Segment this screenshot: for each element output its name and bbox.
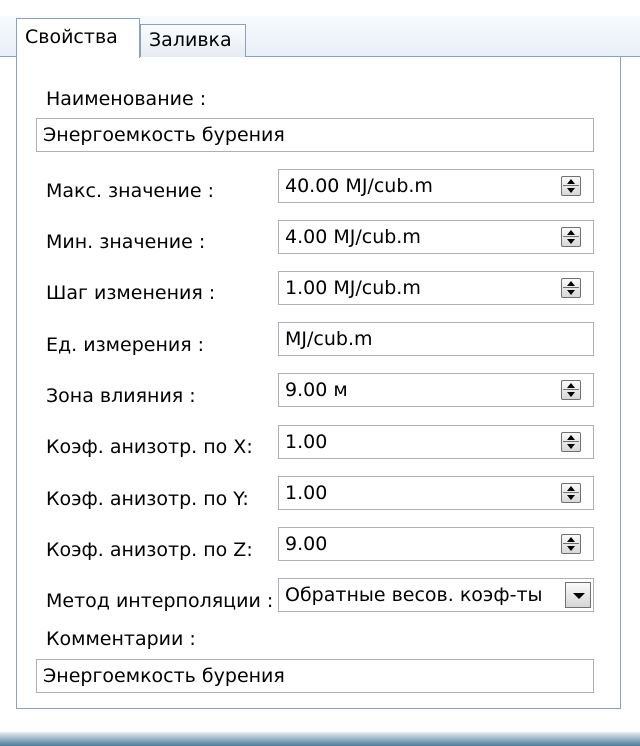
anisotropy-z-label: Коэф. анизотр. по Z: — [46, 539, 253, 561]
chevron-down-icon[interactable] — [565, 582, 591, 608]
spin-updown-icon[interactable] — [561, 380, 581, 400]
spin-updown-icon[interactable] — [561, 278, 581, 298]
window-bottom-bar — [0, 732, 640, 746]
interpolation-value: Обратные весов. коэф-ты — [285, 584, 543, 606]
name-label: Наименование : — [46, 88, 207, 110]
anisotropy-z-value: 9.00 — [285, 533, 328, 555]
anisotropy-x-value: 1.00 — [285, 431, 328, 453]
interpolation-label: Метод интерполяции : — [46, 590, 274, 612]
spin-updown-icon[interactable] — [561, 432, 581, 452]
anisotropy-y-value: 1.00 — [285, 482, 328, 504]
anisotropy-y-field[interactable]: 1.00 — [278, 476, 594, 510]
influence-zone-value: 9.00 м — [285, 379, 348, 401]
step-value: 1.00 MJ/cub.m — [285, 277, 421, 299]
max-value-label: Макс. значение : — [46, 180, 215, 202]
anisotropy-z-field[interactable]: 9.00 — [278, 527, 594, 561]
anisotropy-y-label: Коэф. анизотр. по Y: — [46, 488, 249, 510]
unit-label: Ед. измерения : — [46, 334, 205, 356]
max-value-field[interactable]: 40.00 MJ/cub.m — [278, 169, 594, 203]
unit-field[interactable]: MJ/cub.m — [278, 322, 594, 356]
min-value-text: 4.00 MJ/cub.m — [285, 226, 421, 248]
tab-properties[interactable]: Свойства — [16, 18, 140, 58]
name-field[interactable]: Энергоемкость бурения — [36, 118, 594, 152]
comments-value: Энергоемкость бурения — [43, 665, 285, 687]
name-value: Энергоемкость бурения — [43, 124, 285, 146]
spin-updown-icon[interactable] — [561, 176, 581, 196]
interpolation-select[interactable]: Обратные весов. коэф-ты — [278, 578, 594, 612]
tab-fill[interactable]: Заливка — [140, 24, 246, 57]
step-field[interactable]: 1.00 MJ/cub.m — [278, 271, 594, 305]
min-value-field[interactable]: 4.00 MJ/cub.m — [278, 220, 594, 254]
min-value-label: Мин. значение : — [46, 231, 206, 253]
max-value-text: 40.00 MJ/cub.m — [285, 175, 433, 197]
unit-value: MJ/cub.m — [285, 328, 373, 350]
anisotropy-x-field[interactable]: 1.00 — [278, 425, 594, 459]
comments-label: Комментарии : — [46, 628, 196, 650]
spin-updown-icon[interactable] — [561, 483, 581, 503]
spin-updown-icon[interactable] — [561, 534, 581, 554]
influence-zone-label: Зона влияния : — [46, 385, 196, 407]
spin-updown-icon[interactable] — [561, 227, 581, 247]
comments-field[interactable]: Энергоемкость бурения — [36, 659, 594, 693]
anisotropy-x-label: Коэф. анизотр. по X: — [46, 436, 253, 458]
influence-zone-field[interactable]: 9.00 м — [278, 373, 594, 407]
step-label: Шаг изменения : — [46, 282, 216, 304]
